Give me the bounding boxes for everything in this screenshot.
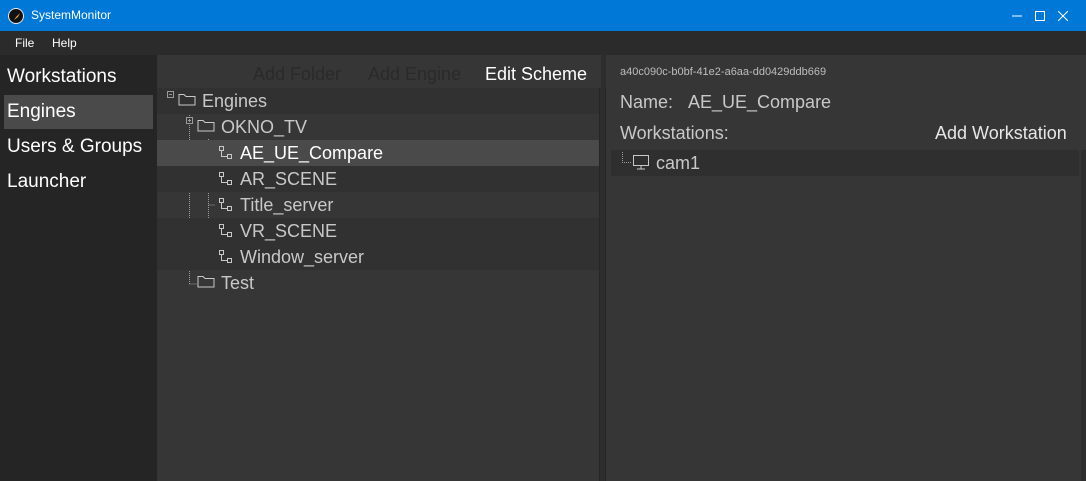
engine-tree-pane: Add Folder Add Engine Edit Scheme Engine… [157, 55, 601, 481]
engine-node-icon [219, 224, 232, 237]
tree-label-root: Engines [202, 91, 268, 111]
list-item[interactable]: cam1 [611, 150, 1079, 176]
engine-guid: a40c090c-b0bf-41e2-a6aa-dd0429ddb669 [620, 66, 827, 78]
engine-node-icon [219, 172, 232, 185]
engine-details-pane: a40c090c-b0bf-41e2-a6aa-dd0429ddb669 Nam… [606, 55, 1086, 481]
engine-name-value[interactable]: AE_UE_Compare [688, 91, 831, 113]
tree-label-engine: VR_SCENE [240, 221, 338, 241]
tree-row-engine[interactable]: VR_SCENE [157, 218, 600, 244]
window-title: SystemMonitor [31, 8, 112, 22]
pane-splitter[interactable] [599, 88, 606, 481]
folder-icon [197, 276, 215, 288]
close-icon [1058, 10, 1068, 21]
name-label: Name: [620, 92, 674, 112]
tree-row-engine[interactable]: AE_UE_Compare [157, 140, 600, 166]
tree-label-engine: Title_server [240, 195, 334, 215]
tree-row-engine[interactable]: AR_SCENE [157, 166, 600, 192]
tree-row-root[interactable]: Engines [157, 88, 600, 114]
tree-connector-icon [622, 152, 631, 163]
sidebar-item-workstations[interactable]: Workstations [4, 60, 153, 94]
tree-label-folder-test: Test [221, 273, 255, 293]
tree-row-engine[interactable]: Window_server [157, 244, 600, 270]
sidebar: Workstations Engines Users & Groups Laun… [0, 55, 157, 481]
sidebar-item-engines[interactable]: Engines [4, 95, 153, 129]
app-compass-icon [8, 8, 24, 24]
workstation-name: cam1 [656, 153, 701, 173]
workstations-label: Workstations: [620, 123, 729, 143]
vertical-scrollbar[interactable] [1081, 150, 1086, 481]
monitor-icon [633, 155, 649, 170]
add-workstation-button[interactable]: Add Workstation [935, 122, 1067, 144]
tree-label-engine: AR_SCENE [240, 169, 338, 189]
folder-icon [178, 94, 196, 106]
tree-expander-icon [167, 91, 174, 98]
tree-row-engine[interactable]: Title_server [157, 192, 600, 218]
tree-row-folder-test[interactable]: Test [157, 270, 600, 296]
menu-help[interactable]: Help [52, 36, 77, 50]
tree-expander-icon [186, 117, 193, 124]
tree-label-engine: AE_UE_Compare [240, 143, 384, 163]
folder-icon [197, 120, 215, 132]
tree-row-folder-okno[interactable]: OKNO_TV [157, 114, 600, 140]
sidebar-item-launcher[interactable]: Launcher [4, 165, 153, 199]
engine-node-icon [219, 250, 232, 263]
workstation-list: cam1 [611, 150, 1079, 481]
close-button[interactable] [1040, 0, 1086, 31]
tree-label-engine: Window_server [240, 247, 365, 267]
menu-file[interactable]: File [15, 36, 34, 50]
engine-node-icon [219, 198, 232, 211]
engine-node-icon [219, 146, 232, 159]
menu-bar: File Help [0, 31, 1086, 55]
title-bar[interactable]: SystemMonitor [0, 0, 1086, 31]
tree-label-folder-okno: OKNO_TV [221, 117, 308, 137]
app-window: SystemMonitor File Help Workstations Eng… [0, 0, 1086, 481]
sidebar-item-users-groups[interactable]: Users & Groups [4, 130, 153, 164]
